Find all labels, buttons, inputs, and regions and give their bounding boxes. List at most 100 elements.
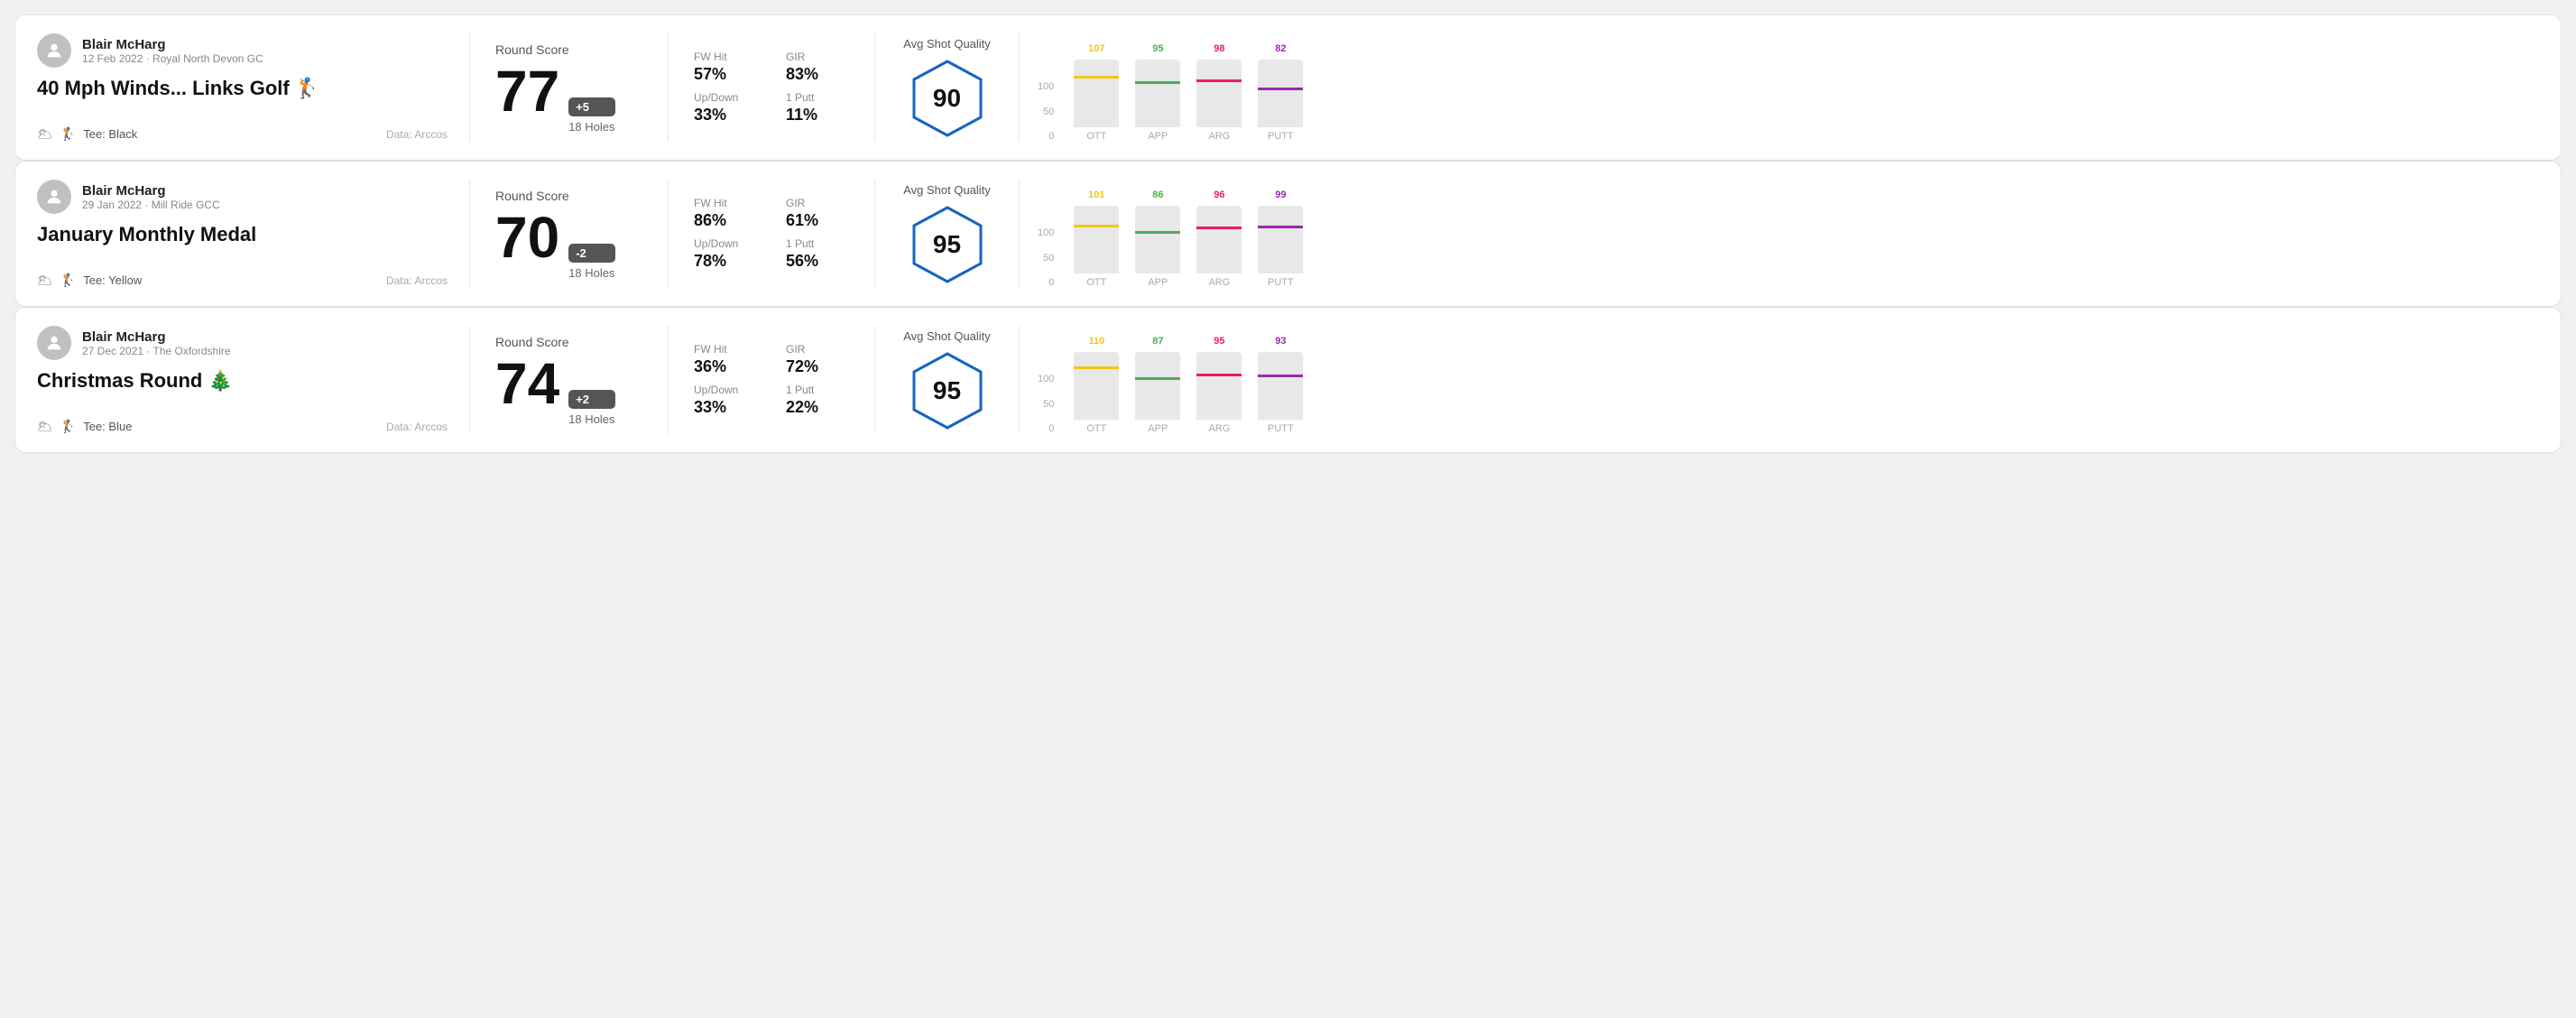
user-info: Blair McHarg 27 Dec 2021 · The Oxfordshi… [82,329,231,357]
chart-area: 100 50 0 101 OTT 86 APP 96 [1038,180,2525,288]
chart-bar-app: 87 APP [1135,336,1180,434]
score-badge: +2 [568,390,614,409]
gir-value: 72% [786,357,849,376]
bag-icon: 🏌 [60,419,76,434]
score-label: Round Score [495,42,642,57]
quality-label: Avg Shot Quality [903,329,991,343]
user-name: Blair McHarg [82,37,263,52]
card-quality: Avg Shot Quality 90 [875,33,1020,142]
user-row: Blair McHarg 12 Feb 2022 · Royal North D… [37,33,448,68]
quality-number: 95 [933,376,961,405]
score-badge: -2 [568,244,614,263]
score-holes: 18 Holes [568,120,614,134]
chart-y-axis: 100 50 0 [1038,362,1054,434]
card-stats: FW Hit 36% GIR 72% Up/Down 33% 1 Putt [669,326,875,434]
tee-info: 🌥 🏌 Tee: Black [37,126,137,142]
score-number: 77 [495,62,559,120]
avatar [37,326,71,360]
stat-updown: Up/Down 33% [694,384,757,417]
gir-label: GIR [786,51,849,63]
oneputt-value: 56% [786,252,849,271]
updown-label: Up/Down [694,237,757,250]
card-left: Blair McHarg 29 Jan 2022 · Mill Ride GCC… [37,180,470,288]
chart-y-axis: 100 50 0 [1038,216,1054,288]
bag-icon: 🏌 [60,126,76,142]
user-name: Blair McHarg [82,329,231,345]
tee-info: 🌥 🏌 Tee: Blue [37,419,132,434]
round-title: 40 Mph Winds... Links Golf 🏌️ [37,77,448,100]
chart-bar-ott: 110 OTT [1074,336,1119,434]
chart-bar-ott: 107 OTT [1074,43,1119,142]
updown-value: 33% [694,398,757,417]
card-footer: 🌥 🏌 Tee: Blue Data: Arccos [37,419,448,434]
stat-updown: Up/Down 78% [694,237,757,271]
weather-icon: 🌥 [37,419,53,434]
stats-row-top: FW Hit 57% GIR 83% [694,51,849,84]
oneputt-value: 11% [786,106,849,125]
quality-label: Avg Shot Quality [903,183,991,197]
updown-value: 33% [694,106,757,125]
oneputt-value: 22% [786,398,849,417]
stat-gir: GIR 83% [786,51,849,84]
chart-groups: 101 OTT 86 APP 96 ARG 99 PU [1074,190,2525,288]
stats-row-bottom: Up/Down 33% 1 Putt 11% [694,91,849,125]
score-badge-wrap: +5 18 Holes [568,97,614,134]
bag-icon: 🏌 [60,273,76,288]
tee-label: Tee: Black [83,127,137,141]
user-meta: 12 Feb 2022 · Royal North Devon GC [82,52,263,65]
tee-info: 🌥 🏌 Tee: Yellow [37,273,142,288]
card-left: Blair McHarg 27 Dec 2021 · The Oxfordshi… [37,326,470,434]
oneputt-label: 1 Putt [786,91,849,104]
chart-groups: 110 OTT 87 APP 95 ARG 93 PU [1074,336,2525,434]
chart-bar-app: 86 APP [1135,190,1180,288]
round-title: January Monthly Medal [37,223,448,246]
gir-label: GIR [786,197,849,209]
stat-fw-hit: FW Hit 36% [694,343,757,376]
round-card-round-2: Blair McHarg 29 Jan 2022 · Mill Ride GCC… [14,161,2562,307]
score-main: 70 -2 18 Holes [495,208,642,280]
fw-hit-label: FW Hit [694,51,757,63]
score-holes: 18 Holes [568,412,614,426]
user-name: Blair McHarg [82,183,220,199]
stat-oneputt: 1 Putt 22% [786,384,849,417]
fw-hit-label: FW Hit [694,197,757,209]
hexagon-wrap: 95 [907,350,988,431]
chart-y-axis: 100 50 0 [1038,69,1054,142]
hexagon-wrap: 90 [907,58,988,139]
gir-value: 83% [786,65,849,84]
chart-bar-ott: 101 OTT [1074,190,1119,288]
score-badge-wrap: -2 18 Holes [568,244,614,280]
chart-bar-putt: 99 PUTT [1258,190,1303,288]
user-meta: 27 Dec 2021 · The Oxfordshire [82,345,231,357]
user-info: Blair McHarg 12 Feb 2022 · Royal North D… [82,37,263,65]
card-chart: 100 50 0 110 OTT 87 APP 95 [1020,326,2539,434]
gir-label: GIR [786,343,849,356]
stat-oneputt: 1 Putt 11% [786,91,849,125]
avatar [37,33,71,68]
user-row: Blair McHarg 27 Dec 2021 · The Oxfordshi… [37,326,448,360]
score-holes: 18 Holes [568,266,614,280]
user-row: Blair McHarg 29 Jan 2022 · Mill Ride GCC [37,180,448,214]
quality-label: Avg Shot Quality [903,37,991,51]
quality-number: 90 [933,84,961,113]
score-number: 74 [495,355,559,412]
fw-hit-label: FW Hit [694,343,757,356]
updown-label: Up/Down [694,91,757,104]
stats-row-bottom: Up/Down 33% 1 Putt 22% [694,384,849,417]
data-source: Data: Arccos [386,274,448,287]
card-left: Blair McHarg 12 Feb 2022 · Royal North D… [37,33,470,142]
chart-bar-putt: 93 PUTT [1258,336,1303,434]
chart-area: 100 50 0 107 OTT 95 APP 98 [1038,33,2525,142]
card-chart: 100 50 0 101 OTT 86 APP 96 [1020,180,2539,288]
chart-bar-app: 95 APP [1135,43,1180,142]
score-label: Round Score [495,189,642,203]
fw-hit-value: 86% [694,211,757,230]
stats-row-bottom: Up/Down 78% 1 Putt 56% [694,237,849,271]
chart-bar-arg: 98 ARG [1196,43,1242,142]
updown-value: 78% [694,252,757,271]
weather-icon: 🌥 [37,273,53,288]
round-title: Christmas Round 🎄 [37,369,448,393]
stats-row-top: FW Hit 36% GIR 72% [694,343,849,376]
fw-hit-value: 36% [694,357,757,376]
score-main: 74 +2 18 Holes [495,355,642,426]
